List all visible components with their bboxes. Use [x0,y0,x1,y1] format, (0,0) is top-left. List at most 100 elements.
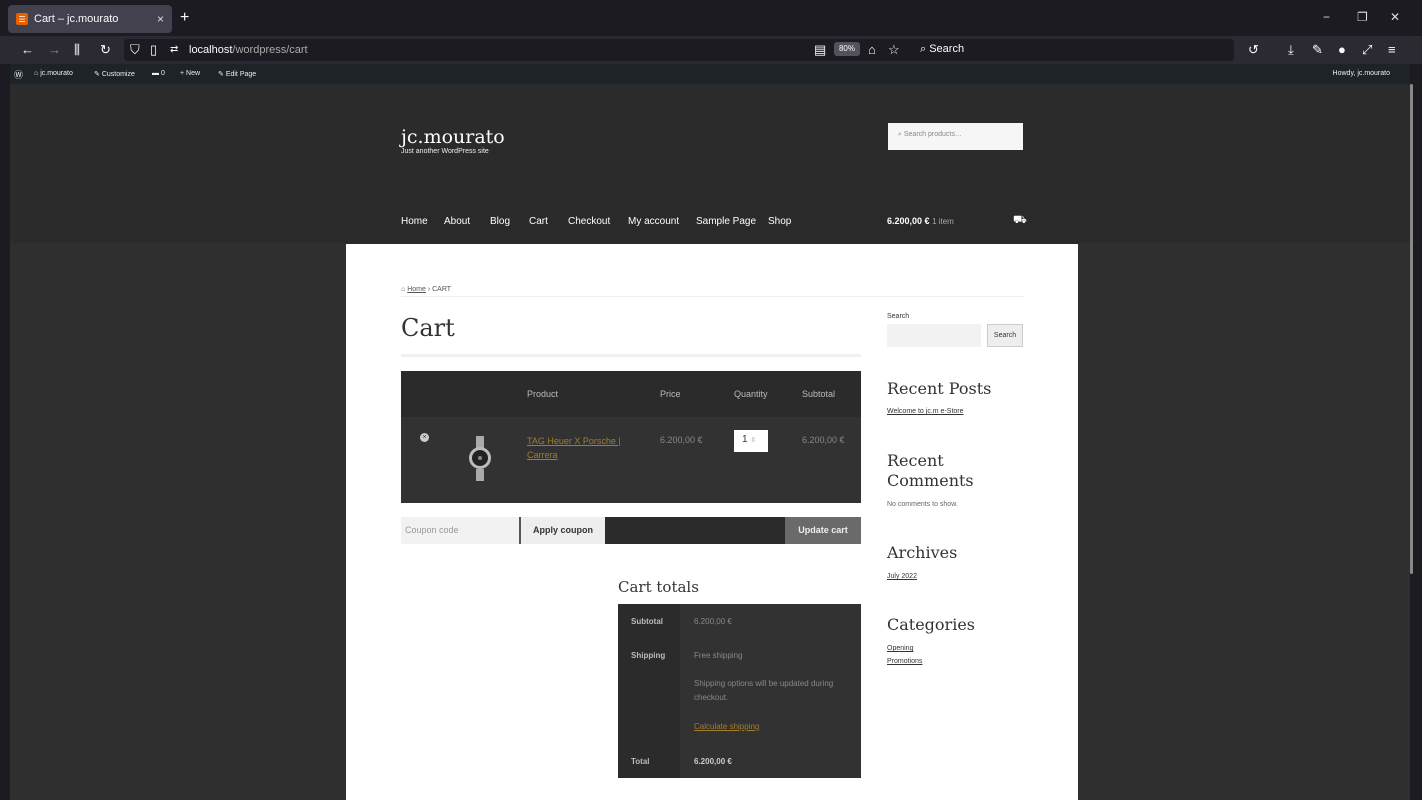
item-subtotal: 6.200,00 € [802,435,845,445]
recent-comments-title: Recent Comments [887,451,974,490]
url-host: localhost [189,44,233,56]
extension-icon[interactable]: ● [1338,42,1346,57]
sync-icon[interactable]: ↺ [1248,42,1259,58]
reload-icon[interactable]: ↻ [100,42,111,58]
total-value: 6.200,00 € [694,757,732,766]
browser-search-placeholder: Search [929,43,965,55]
nav-blog[interactable]: Blog [490,216,510,227]
page-scrollbar[interactable] [1410,84,1413,574]
nav-checkout[interactable]: Checkout [568,216,610,227]
menu-icon[interactable]: ≡ [1388,42,1396,57]
header-price: Price [660,389,681,399]
recent-post-link[interactable]: Welcome to jc.m e-Store [887,408,964,415]
sidebar-search-label: Search [887,313,910,320]
zoom-level[interactable]: 80% [834,42,860,56]
sidebar-search-button[interactable]: Search [987,324,1023,347]
nav-shop[interactable]: Shop [768,216,791,227]
product-search-input[interactable]: ⌕ Search products… [888,123,1023,150]
new-tab-button[interactable]: + [180,9,189,27]
header-cart-items: 1 item [932,217,954,226]
product-thumbnail[interactable] [469,436,491,481]
breadcrumb-current: CART [432,286,452,293]
wordpress-logo-icon[interactable]: Ⓦ [14,68,23,81]
shipping-note: Shipping options will be updated during … [694,679,834,702]
shipping-label: Shipping [631,651,666,660]
product-search-placeholder: Search products… [903,131,962,138]
breadcrumb: ⌂ Home › CART [401,286,452,293]
breadcrumb-home[interactable]: Home [407,286,426,293]
restore-icon[interactable]: ❐ [1357,10,1368,24]
admin-site-name[interactable]: ⌂ jc.mourato [34,70,73,77]
header-cart-total[interactable]: 6.200,00 € 1 item [887,216,954,226]
wp-admin-bar: Ⓦ ⌂ jc.mourato ✎ Customize ▬ 0 + New ✎ E… [10,64,1410,84]
nav-my-account[interactable]: My account [628,216,679,227]
nav-about[interactable]: About [444,216,470,227]
browser-tab-bar: ☰ Cart – jc.mourato × + − ❐ ✕ [0,0,1422,36]
close-tab-icon[interactable]: × [157,12,164,26]
reader-view-icon[interactable]: ▤ [814,42,826,58]
nav-cart[interactable]: Cart [529,216,548,227]
coupon-row: Coupon code Apply coupon Update cart [401,517,861,544]
product-link[interactable]: TAG Heuer X Porsche | Carrera [527,434,627,462]
browser-search-input[interactable]: ⌕ Search [912,39,1234,61]
home-icon[interactable]: ⌂ [868,42,876,57]
category-link[interactable]: Opening [887,645,913,652]
page-title: Cart [401,314,455,342]
shipping-value: Free shipping [694,651,743,660]
nav-sample-page[interactable]: Sample Page [696,216,756,227]
remove-item-icon[interactable]: × [420,433,429,442]
archive-link[interactable]: July 2022 [887,573,917,580]
browser-tab[interactable]: ☰ Cart – jc.mourato × [8,5,172,33]
admin-customize-label: Customize [101,71,135,78]
admin-howdy[interactable]: Howdy, jc.mourato [1333,70,1390,77]
quantity-stepper[interactable]: 1 ⇳ [734,430,768,452]
fullscreen-icon[interactable]: ⤢ [1362,42,1372,58]
admin-comments-count: 0 [160,70,165,77]
downloads-icon[interactable]: ⤓ [1288,42,1294,58]
library-icon[interactable]: ⫼ [74,42,80,58]
total-label: Total [631,757,650,766]
shield-icon[interactable]: ⛉ [130,42,140,58]
header-cart-amount: 6.200,00 € [887,216,930,226]
no-comments-text: No comments to show. [887,501,958,508]
admin-customize[interactable]: ✎ Customize [94,70,135,78]
subtotal-label: Subtotal [631,617,663,626]
nav-home[interactable]: Home [401,216,428,227]
stepper-arrows-icon[interactable]: ⇳ [750,437,756,444]
tools-icon[interactable]: ✎ [1312,42,1323,58]
sidebar-search-input[interactable] [887,324,981,347]
archives-title: Archives [887,543,958,562]
cart-totals-title: Cart totals [618,578,699,596]
site-title[interactable]: jc.mourato [401,126,505,148]
permissions-icon[interactable]: ⇄ [170,44,178,55]
coupon-code-input[interactable]: Coupon code [401,517,519,544]
cart-totals-table: Subtotal 6.200,00 € Shipping Free shippi… [618,604,861,778]
bookmark-star-icon[interactable]: ☆ [888,42,900,58]
close-window-icon[interactable]: ✕ [1390,10,1400,24]
recent-posts-title: Recent Posts [887,379,992,398]
admin-site-name-label: jc.mourato [40,70,73,77]
header-subtotal: Subtotal [802,389,836,399]
category-link[interactable]: Promotions [887,658,922,665]
update-cart-button[interactable]: Update cart [785,517,861,544]
calculate-shipping-link[interactable]: Calculate shipping [694,722,759,731]
back-icon[interactable]: ← [21,42,34,57]
url-path: /wordpress/cart [232,44,308,56]
calculate-shipping-wrap: Calculate shipping [694,720,844,734]
divider [401,296,1024,297]
forward-icon[interactable]: → [48,42,61,57]
basket-icon[interactable]: ⛟ [1013,214,1027,228]
admin-edit-page[interactable]: ✎ Edit Page [218,70,256,78]
quantity-value: 1 [742,434,748,445]
item-price: 6.200,00 € [660,435,703,445]
cart-table: Product Price Quantity Subtotal × TAG He… [401,371,861,503]
admin-new[interactable]: + New [180,70,200,77]
header-quantity: Quantity [734,389,768,399]
tab-title: Cart – jc.mourato [34,13,119,25]
url-text[interactable]: localhost/wordpress/cart [189,44,308,56]
minimize-icon[interactable]: − [1323,10,1330,24]
page-icon: ▯ [150,42,158,57]
apply-coupon-button[interactable]: Apply coupon [519,517,605,544]
divider [401,354,861,357]
admin-comments[interactable]: ▬ 0 [152,70,165,77]
